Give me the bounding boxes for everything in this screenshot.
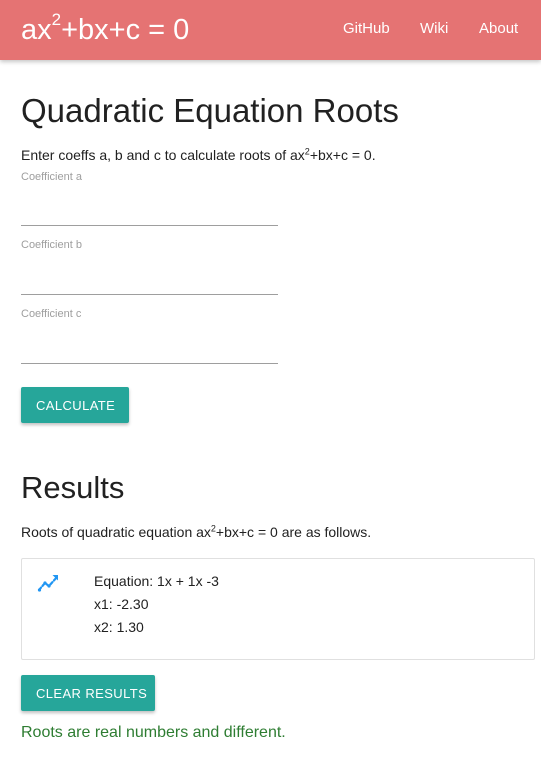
nav-link-wiki[interactable]: Wiki: [420, 19, 448, 39]
coefficient-b-label: Coefficient b: [21, 239, 82, 251]
result-card: Equation: 1x + 1x -3 x1: -2.30 x2: 1.30: [21, 558, 535, 660]
root-x2-text: x2: 1.30: [94, 619, 144, 635]
nav-link-about[interactable]: About: [479, 19, 518, 39]
clear-results-button[interactable]: CLEAR RESULTS: [21, 675, 155, 711]
intro-text: Enter coeffs a, b and c to calculate roo…: [21, 146, 376, 163]
results-intro-text: Roots of quadratic equation ax2+bx+c = 0…: [21, 523, 372, 540]
coefficient-a-label: Coefficient a: [21, 171, 82, 183]
nav-link-github[interactable]: GitHub: [343, 19, 390, 39]
trending-up-icon: [37, 575, 59, 592]
equation-text: Equation: 1x + 1x -3: [94, 573, 219, 589]
calculate-button[interactable]: CALCULATE: [21, 387, 129, 423]
page-title: Quadratic Equation Roots: [21, 92, 399, 129]
root-x1-text: x1: -2.30: [94, 596, 149, 612]
coefficient-c-input[interactable]: [21, 335, 278, 364]
results-title: Results: [21, 470, 125, 505]
coefficient-a-input[interactable]: [21, 197, 278, 226]
status-message: Roots are real numbers and different.: [21, 724, 286, 741]
brand-title[interactable]: ax2+bx+c = 0: [21, 11, 189, 48]
coefficient-b-input[interactable]: [21, 266, 278, 295]
top-navbar: ax2+bx+c = 0 GitHub Wiki About: [0, 0, 541, 60]
coefficient-c-label: Coefficient c: [21, 308, 82, 320]
